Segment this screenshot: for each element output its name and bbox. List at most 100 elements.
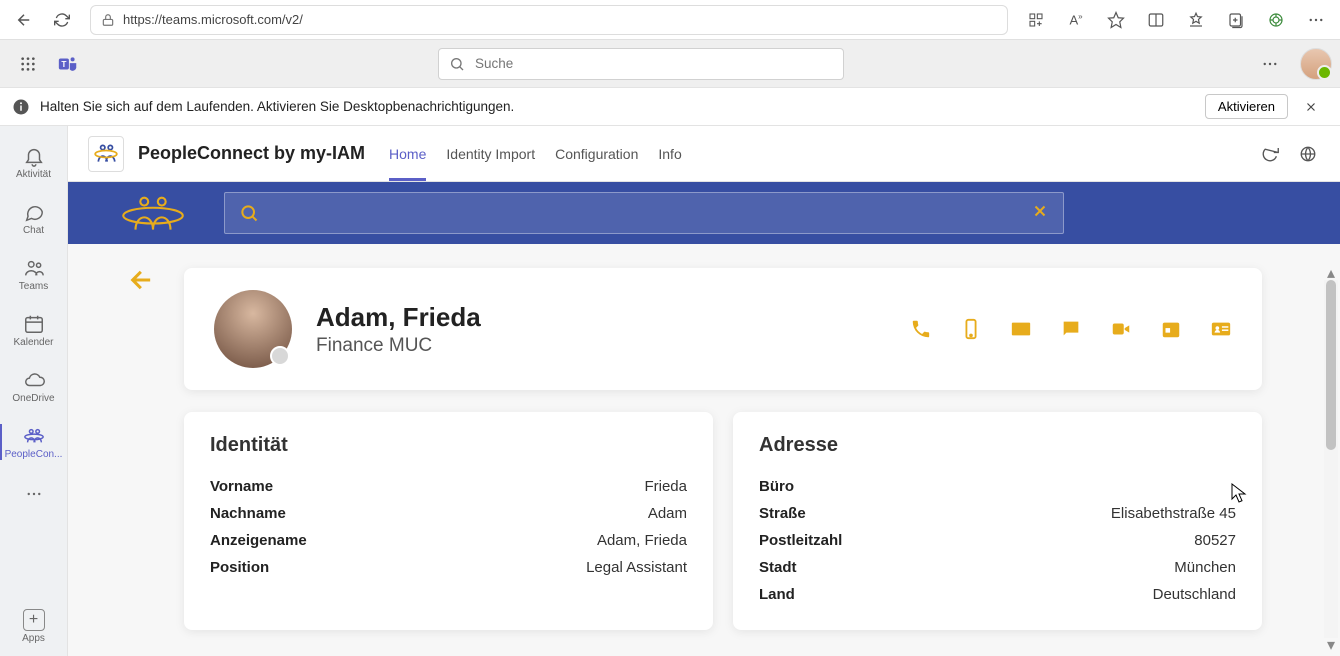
tab-identity-import[interactable]: Identity Import xyxy=(446,128,535,180)
address-card: Adresse Büro StraßeElisabethstraße 45 Po… xyxy=(733,412,1262,630)
app-content: PeopleConnect by my-IAM Home Identity Im… xyxy=(68,126,1340,656)
collections-icon xyxy=(1227,11,1245,29)
chat-button[interactable] xyxy=(1060,318,1082,340)
search-icon xyxy=(449,56,465,72)
arrow-left-icon xyxy=(15,11,33,29)
vertical-scrollbar[interactable]: ▴ ▾ xyxy=(1324,266,1338,652)
star-icon xyxy=(1107,11,1125,29)
mobile-button[interactable] xyxy=(960,318,982,340)
address-bar[interactable]: https://teams.microsoft.com/v2/ xyxy=(90,5,1008,35)
text-size-icon: A» xyxy=(1069,12,1082,27)
chat-icon xyxy=(23,201,45,223)
teams-logo[interactable]: T xyxy=(48,53,88,75)
contact-card-icon xyxy=(1210,318,1232,340)
plus-square-icon: + xyxy=(23,609,45,631)
identity-title: Identität xyxy=(210,434,687,457)
call-button[interactable] xyxy=(910,318,932,340)
open-external-button[interactable] xyxy=(1296,142,1320,166)
address-row: LandDeutschland xyxy=(759,581,1236,608)
email-button[interactable] xyxy=(1010,318,1032,340)
profile-scroll-area[interactable]: Adam, Frieda Finance MUC Identität Vorna… xyxy=(68,244,1340,656)
vcard-button[interactable] xyxy=(1210,318,1232,340)
close-notification-button[interactable] xyxy=(1294,90,1328,124)
reload-tab-button[interactable] xyxy=(1258,142,1282,166)
waffle-button[interactable] xyxy=(8,56,48,72)
rail-item-activity[interactable]: Aktivität xyxy=(0,134,68,190)
favorites-icon xyxy=(1187,11,1205,29)
rail-label: Kalender xyxy=(13,337,53,348)
clear-search-button[interactable] xyxy=(1031,202,1049,225)
cloud-icon xyxy=(23,369,45,391)
nav-back-button[interactable] xyxy=(6,4,42,36)
identity-row: PositionLegal Assistant xyxy=(210,554,687,581)
scroll-down-button[interactable]: ▾ xyxy=(1324,638,1338,652)
more-menu-button[interactable] xyxy=(1298,4,1334,36)
rail-label: OneDrive xyxy=(12,393,54,404)
scroll-track[interactable] xyxy=(1324,280,1338,638)
people-search-box[interactable] xyxy=(224,192,1064,234)
tab-configuration[interactable]: Configuration xyxy=(555,128,638,180)
close-icon xyxy=(1304,100,1318,114)
identity-card: Identität VornameFrieda NachnameAdam Anz… xyxy=(184,412,713,630)
calendar-icon xyxy=(1160,318,1182,340)
identity-row: VornameFrieda xyxy=(210,473,687,500)
rail-item-onedrive[interactable]: OneDrive xyxy=(0,358,68,414)
globe-icon xyxy=(1299,145,1317,163)
scroll-up-button[interactable]: ▴ xyxy=(1324,266,1338,280)
extensions-button[interactable] xyxy=(1258,4,1294,36)
mobile-icon xyxy=(960,318,982,340)
app-title: PeopleConnect by my-IAM xyxy=(138,143,365,164)
notification-banner: Halten Sie sich auf dem Laufenden. Aktiv… xyxy=(0,88,1340,126)
phone-icon xyxy=(910,318,932,340)
tab-info[interactable]: Info xyxy=(658,128,681,180)
address-row: StraßeElisabethstraße 45 xyxy=(759,500,1236,527)
app-tab-header: PeopleConnect by my-IAM Home Identity Im… xyxy=(68,126,1340,182)
refresh-icon xyxy=(54,12,70,28)
peopleconnect-logo-icon xyxy=(93,141,119,167)
rail-item-teams[interactable]: Teams xyxy=(0,246,68,302)
info-icon xyxy=(12,98,30,116)
rail-label: Chat xyxy=(23,225,44,236)
rail-more-button[interactable] xyxy=(0,470,68,518)
identity-row: AnzeigenameAdam, Frieda xyxy=(210,527,687,554)
rail-item-peopleconnect[interactable]: PeopleCon... xyxy=(0,414,68,470)
apps-menu-button[interactable] xyxy=(1018,4,1054,36)
teams-search-box[interactable] xyxy=(438,48,844,80)
read-aloud-button[interactable]: A» xyxy=(1058,4,1094,36)
search-icon xyxy=(239,203,259,223)
profile-name: Adam, Frieda xyxy=(316,302,886,333)
app-logo xyxy=(88,136,124,172)
nav-refresh-button[interactable] xyxy=(44,4,80,36)
back-button[interactable] xyxy=(128,266,156,299)
teams-search-input[interactable] xyxy=(475,56,833,71)
favorite-button[interactable] xyxy=(1098,4,1134,36)
activate-button[interactable]: Aktivieren xyxy=(1205,94,1288,119)
message-icon xyxy=(1060,318,1082,340)
teams-more-button[interactable] xyxy=(1252,48,1288,80)
ellipsis-icon xyxy=(1307,11,1325,29)
people-search-input[interactable] xyxy=(269,205,1021,221)
split-screen-button[interactable] xyxy=(1138,4,1174,36)
rail-item-calendar[interactable]: Kalender xyxy=(0,302,68,358)
address-row: Postleitzahl80527 xyxy=(759,527,1236,554)
teams-icon: T xyxy=(57,53,79,75)
video-button[interactable] xyxy=(1110,318,1132,340)
rail-item-chat[interactable]: Chat xyxy=(0,190,68,246)
rail-label: Teams xyxy=(19,281,48,292)
app-rail: Aktivität Chat Teams Kalender OneDrive P… xyxy=(0,126,68,656)
rail-apps-button[interactable]: + Apps xyxy=(0,596,68,656)
profile-header-card: Adam, Frieda Finance MUC xyxy=(184,268,1262,390)
tab-home[interactable]: Home xyxy=(389,128,426,180)
search-band xyxy=(68,182,1340,244)
user-avatar[interactable] xyxy=(1300,48,1332,80)
favorites-list-button[interactable] xyxy=(1178,4,1214,36)
address-title: Adresse xyxy=(759,434,1236,457)
peopleconnect-logo-icon xyxy=(118,190,188,236)
collections-button[interactable] xyxy=(1218,4,1254,36)
schedule-button[interactable] xyxy=(1160,318,1182,340)
scroll-thumb[interactable] xyxy=(1326,280,1336,450)
calendar-icon xyxy=(23,313,45,335)
notification-text: Halten Sie sich auf dem Laufenden. Aktiv… xyxy=(40,99,1195,114)
profile-actions xyxy=(910,318,1232,340)
teams-header: T xyxy=(0,40,1340,88)
